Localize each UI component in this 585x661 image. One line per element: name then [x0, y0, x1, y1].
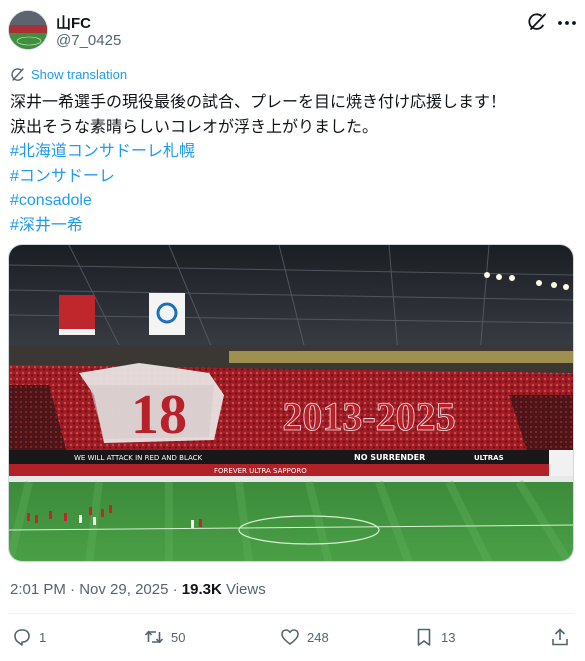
tweet-text: 深井一希選手の現役最後の試合、プレーを目に焼き付け応援します！ 涙出そうな素晴ら… — [10, 91, 575, 238]
banner-ultras: ULTRAS — [474, 454, 504, 462]
tweet-line-1: 深井一希選手の現役最後の試合、プレーを目に焼き付け応援します！ — [10, 94, 507, 111]
avatar[interactable] — [8, 10, 48, 50]
stadium-tifo-photo: 18 2013-2025 WE WILL ATTACK IN RED AND B… — [9, 245, 573, 561]
banner-attack: WE WILL ATTACK IN RED AND BLACK — [74, 454, 203, 462]
share-button[interactable] — [550, 627, 570, 647]
retweet-icon — [144, 630, 164, 644]
grok-button[interactable] — [526, 11, 548, 33]
bookmark-count: 13 — [441, 629, 456, 645]
bookmark-icon — [417, 628, 431, 646]
retweet-count: 50 — [171, 629, 186, 645]
globe-translate-icon — [11, 68, 24, 81]
views-label: Views — [221, 581, 266, 598]
tweet-time[interactable]: 2:01 PM — [10, 581, 66, 598]
hashtag-link[interactable]: #北海道コンサドーレ札幌 — [10, 140, 575, 165]
stadium-avatar-image — [9, 11, 47, 49]
tweet-photo[interactable]: 18 2013-2025 WE WILL ATTACK IN RED AND B… — [8, 244, 574, 562]
bookmark-button[interactable]: 13 — [414, 627, 455, 647]
more-dots-icon — [558, 21, 576, 25]
reply-count: 1 — [39, 629, 47, 645]
views-count: 19.3K — [181, 581, 222, 598]
banner-forever: FOREVER ULTRA SAPPORO — [214, 467, 307, 475]
separator: · — [168, 581, 182, 598]
hashtag-link[interactable]: #コンサドーレ — [10, 165, 575, 190]
tifo-years: 2013-2025 — [282, 394, 455, 439]
tweet-line-2: 涙出そうな素晴らしいコレオが浮き上がりました。 — [10, 118, 379, 136]
reply-bubble-icon — [14, 629, 30, 646]
author-handle[interactable]: @7_0425 — [56, 32, 121, 49]
show-translation-link[interactable]: Show translation — [10, 67, 127, 82]
banner-surrender: NO SURRENDER — [354, 453, 425, 462]
tifo-number: 18 — [131, 384, 187, 446]
separator: · — [65, 581, 80, 598]
action-bar: 1 50 248 13 — [0, 627, 585, 657]
hashtag-link[interactable]: #深井一希 — [10, 214, 575, 239]
show-translation-label: Show translation — [31, 67, 128, 82]
hashtag-link[interactable]: #consadole — [10, 189, 575, 214]
retweet-button[interactable]: 50 — [144, 627, 185, 647]
like-count: 248 — [307, 629, 329, 645]
share-upload-icon — [552, 628, 568, 646]
reply-button[interactable]: 1 — [12, 627, 46, 647]
divider — [8, 613, 574, 614]
heart-icon — [281, 629, 299, 645]
like-button[interactable]: 248 — [280, 627, 329, 647]
more-options-button[interactable] — [556, 14, 578, 32]
grok-slash-circle-icon — [528, 13, 546, 30]
author-name[interactable]: 山FC — [56, 12, 91, 33]
tweet-meta: 2:01 PM · Nov 29, 2025 · 19.3K Views — [10, 581, 266, 598]
tweet-date[interactable]: Nov 29, 2025 — [79, 581, 168, 598]
